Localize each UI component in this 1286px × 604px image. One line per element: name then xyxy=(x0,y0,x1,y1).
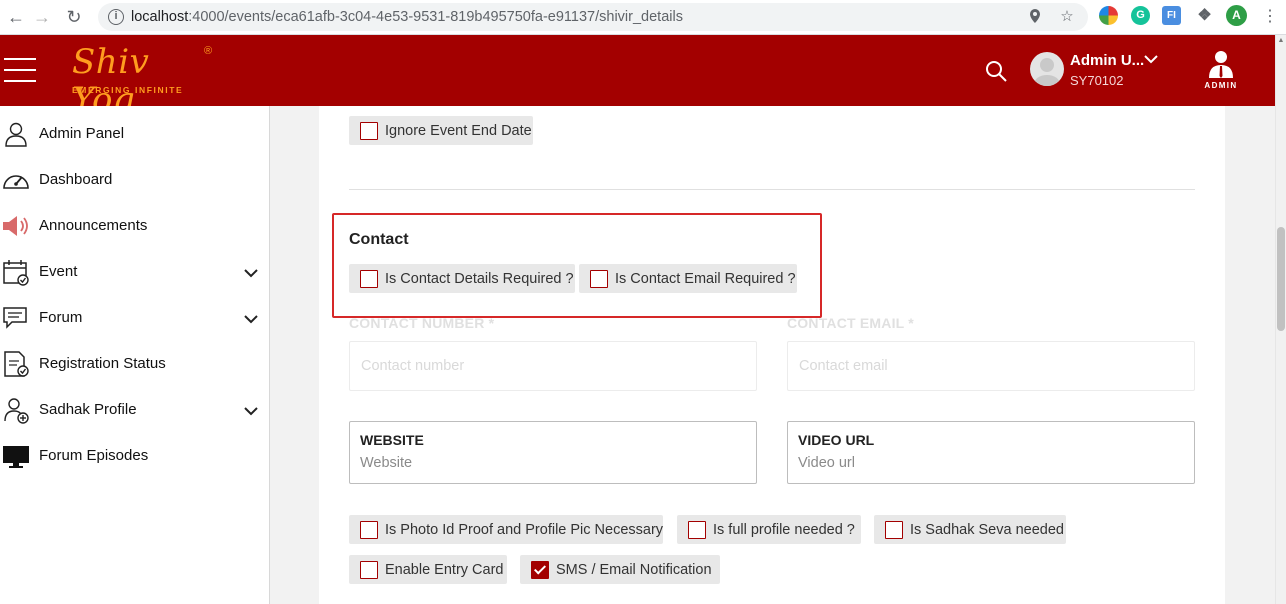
admin-label: ADMIN xyxy=(1204,81,1238,90)
user-add-icon xyxy=(2,396,30,424)
contact-email-label: CONTACT EMAIL * xyxy=(787,315,914,331)
bookmark-star-icon[interactable]: ☆ xyxy=(1058,8,1076,26)
user-icon xyxy=(2,120,30,148)
enable-entry-card-checkbox[interactable]: Enable Entry Card xyxy=(349,555,507,584)
checkbox-box[interactable] xyxy=(688,521,706,539)
checkbox-label: Enable Entry Card xyxy=(385,562,504,578)
sidebar-item-label: Registration Status xyxy=(39,355,166,372)
scroll-up-icon[interactable]: ▲ xyxy=(1277,37,1285,45)
sidebar-item-registration-status[interactable]: Registration Status xyxy=(0,344,270,384)
user-name[interactable]: Admin U... xyxy=(1070,52,1144,69)
sidebar-item-admin-panel[interactable]: Admin Panel xyxy=(0,114,270,154)
sidebar: Admin Panel Dashboard Announcements Even… xyxy=(0,106,270,604)
checkbox-label: Is full profile needed ? xyxy=(713,522,855,538)
checkbox-box[interactable] xyxy=(590,270,608,288)
back-arrow-icon[interactable]: ← xyxy=(4,5,28,29)
checkbox-label: Is Sadhak Seva needed xyxy=(910,522,1064,538)
site-info-icon[interactable]: i xyxy=(108,9,124,25)
address-bar[interactable]: i localhost:4000/events/eca61afb-3c04-4e… xyxy=(98,3,1088,31)
contact-email-field[interactable]: Contact email xyxy=(787,341,1195,391)
sidebar-item-sadhak-profile[interactable]: Sadhak Profile xyxy=(0,390,270,430)
app-header: Shiv Yog ® EMERGING INFINITE Admin U... … xyxy=(0,35,1275,119)
chevron-down-icon[interactable] xyxy=(243,312,259,324)
brand-tagline: EMERGING INFINITE xyxy=(72,85,184,95)
reload-icon[interactable]: ↻ xyxy=(62,5,86,29)
user-id: SY70102 xyxy=(1070,73,1124,88)
contact-number-label: CONTACT NUMBER * xyxy=(349,315,495,331)
sidebar-item-announcements[interactable]: Announcements xyxy=(0,206,270,246)
color-extension-icon[interactable] xyxy=(1099,6,1118,25)
monitor-icon xyxy=(2,442,30,470)
sidebar-item-label: Sadhak Profile xyxy=(39,401,137,418)
checkbox-label: Is Contact Details Required ? xyxy=(385,271,574,287)
sidebar-item-forum[interactable]: Forum xyxy=(0,298,270,338)
video-url-placeholder: Video url xyxy=(798,455,855,471)
checkbox-label: SMS / Email Notification xyxy=(556,562,712,578)
sidebar-item-label: Admin Panel xyxy=(39,125,125,142)
full-profile-needed-checkbox[interactable]: Is full profile needed ? xyxy=(677,515,861,544)
sidebar-item-forum-episodes[interactable]: Forum Episodes xyxy=(0,436,270,476)
sidebar-item-label: Forum Episodes xyxy=(39,447,149,464)
calendar-icon xyxy=(2,258,30,286)
sidebar-item-dashboard[interactable]: Dashboard xyxy=(0,160,270,200)
sadhak-seva-needed-checkbox[interactable]: Is Sadhak Seva needed xyxy=(874,515,1066,544)
url-host: localhost xyxy=(131,9,189,25)
sms-email-notification-checkbox[interactable]: SMS / Email Notification xyxy=(520,555,720,584)
url-path: :4000/events/eca61afb-3c04-4e53-9531-819… xyxy=(188,9,683,25)
extension-icon[interactable]: FI xyxy=(1162,6,1181,25)
video-url-label: VIDEO URL xyxy=(798,432,875,448)
sidebar-item-label: Announcements xyxy=(39,217,148,234)
location-pin-icon[interactable] xyxy=(1026,8,1044,26)
search-icon[interactable] xyxy=(984,59,1008,83)
grammarly-extension-icon[interactable]: G xyxy=(1131,6,1150,25)
video-url-field[interactable]: VIDEO URL Video url xyxy=(787,421,1195,484)
checkbox-box[interactable] xyxy=(885,521,903,539)
sidebar-item-label: Forum xyxy=(39,309,83,326)
hamburger-menu-icon[interactable] xyxy=(4,58,36,82)
document-check-icon xyxy=(2,350,30,378)
contact-details-required-checkbox[interactable]: Is Contact Details Required ? xyxy=(349,264,575,293)
checkbox-box[interactable] xyxy=(360,270,378,288)
checkbox-label: Ignore Event End Date xyxy=(385,123,532,139)
contact-email-required-checkbox[interactable]: Is Contact Email Required ? xyxy=(579,264,797,293)
chat-icon xyxy=(2,304,30,332)
checkbox-box[interactable] xyxy=(360,122,378,140)
contact-section-title: Contact xyxy=(349,231,409,248)
profile-avatar[interactable]: A xyxy=(1226,5,1247,26)
megaphone-icon xyxy=(2,212,30,240)
chevron-down-icon[interactable] xyxy=(243,266,259,278)
sidebar-item-label: Dashboard xyxy=(39,171,113,188)
scrollbar-thumb[interactable] xyxy=(1277,227,1285,331)
browser-toolbar: ← → ↻ i localhost:4000/events/eca61afb-3… xyxy=(0,0,1286,35)
website-placeholder: Website xyxy=(360,455,413,471)
website-label: WEBSITE xyxy=(360,432,424,448)
contact-number-placeholder: Contact number xyxy=(361,358,465,374)
user-avatar[interactable] xyxy=(1030,52,1064,86)
speedometer-icon xyxy=(2,166,30,194)
checkbox-checked-icon[interactable] xyxy=(531,561,549,579)
section-divider xyxy=(349,189,1195,190)
website-field[interactable]: WEBSITE Website xyxy=(349,421,757,484)
contact-email-placeholder: Contact email xyxy=(799,358,888,374)
contact-number-field[interactable]: Contact number xyxy=(349,341,757,391)
puzzle-extensions-icon[interactable]: ❖ xyxy=(1195,6,1214,25)
chevron-down-icon[interactable] xyxy=(243,404,259,416)
checkbox-box[interactable] xyxy=(360,521,378,539)
browser-menu-icon[interactable]: ⋮ xyxy=(1258,5,1282,29)
chevron-down-icon[interactable] xyxy=(1143,52,1159,66)
checkbox-label: Is Contact Email Required ? xyxy=(615,271,796,287)
sidebar-item-label: Event xyxy=(39,263,78,280)
checkbox-box[interactable] xyxy=(360,561,378,579)
sidebar-item-event[interactable]: Event xyxy=(0,252,270,292)
url-text[interactable]: localhost:4000/events/eca61afb-3c04-4e53… xyxy=(131,9,683,25)
ignore-end-date-checkbox[interactable]: Ignore Event End Date xyxy=(349,116,533,145)
photo-id-proof-checkbox[interactable]: Is Photo Id Proof and Profile Pic Necess… xyxy=(349,515,663,544)
registered-mark: ® xyxy=(204,45,213,57)
forward-arrow-icon[interactable]: → xyxy=(30,5,54,29)
brand-logo[interactable]: Shiv Yog ® EMERGING INFINITE xyxy=(72,43,220,119)
checkbox-label: Is Photo Id Proof and Profile Pic Necess… xyxy=(385,522,664,538)
